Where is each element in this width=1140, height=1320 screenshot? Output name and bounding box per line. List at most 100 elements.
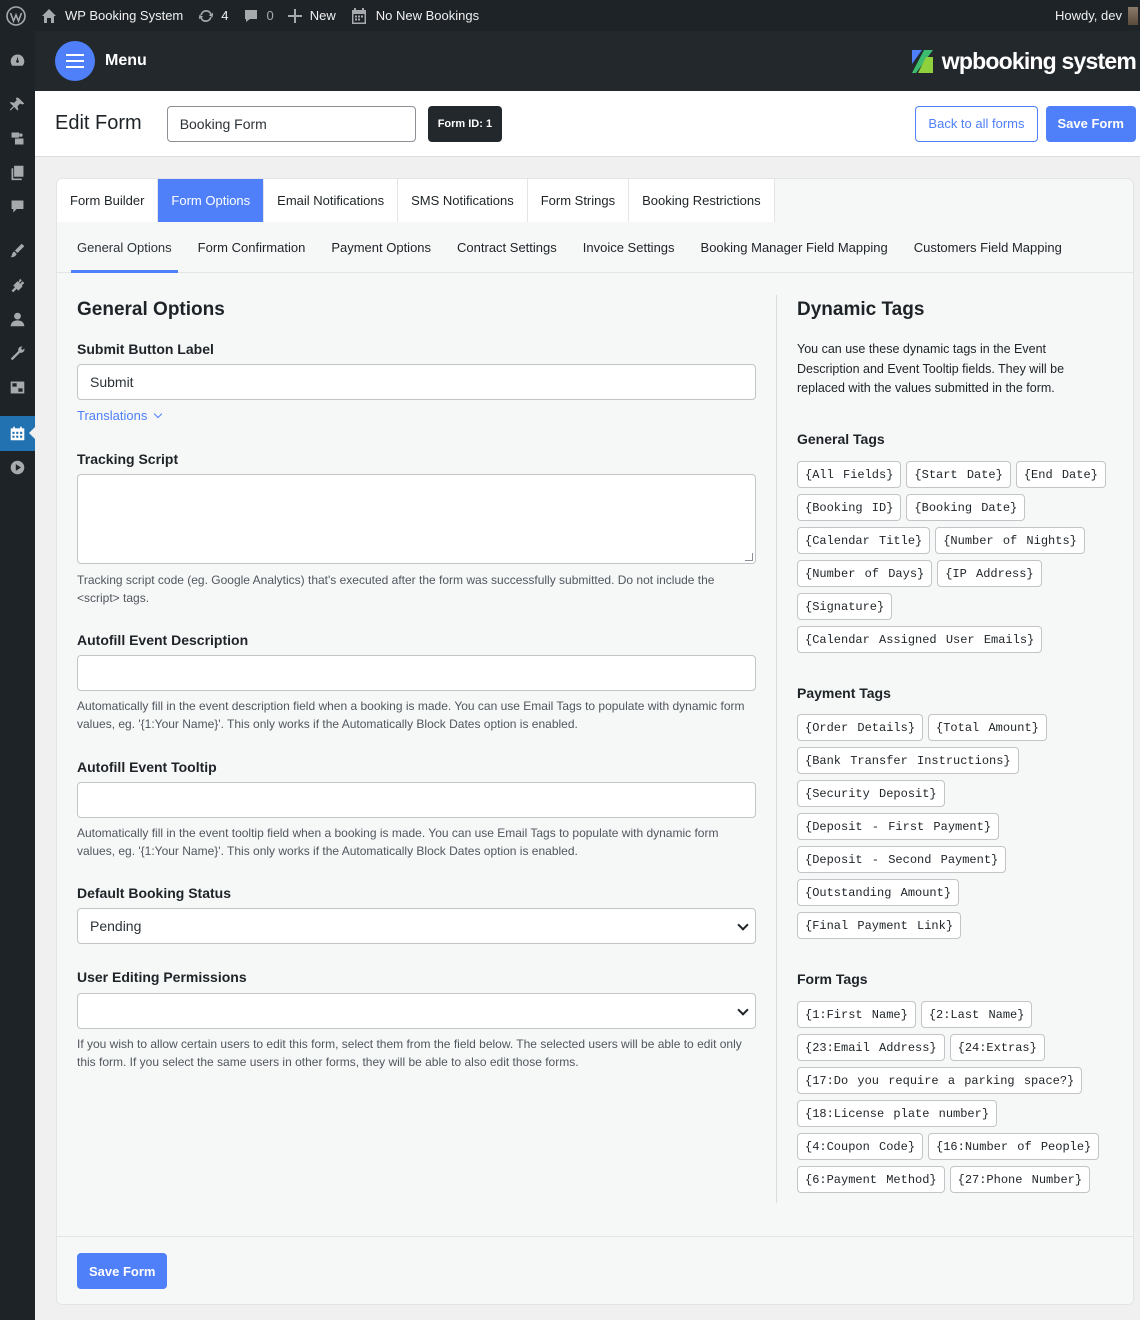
- tag[interactable]: {Booking ID}: [797, 494, 902, 521]
- default-booking-status-select[interactable]: Pending: [77, 908, 756, 944]
- settings-icon[interactable]: [8, 378, 26, 396]
- tag[interactable]: {6:Payment Method}: [797, 1166, 945, 1193]
- pages-icon[interactable]: [8, 163, 26, 181]
- tools-icon[interactable]: [8, 344, 26, 362]
- media-icon[interactable]: [8, 129, 26, 147]
- tab-form-options[interactable]: Form Options: [158, 179, 265, 222]
- submit-label-value: Submit: [90, 374, 134, 390]
- tag[interactable]: {Booking Date}: [906, 494, 1026, 521]
- tag[interactable]: {Order Details}: [797, 714, 924, 741]
- wordpress-logo-icon[interactable]: [0, 0, 34, 31]
- general-tags-title: General Tags: [797, 431, 885, 447]
- tag[interactable]: {23:Email Address}: [797, 1034, 945, 1061]
- subtab-payment-options[interactable]: Payment Options: [331, 222, 431, 273]
- autofill-tooltip-input[interactable]: [77, 782, 756, 818]
- tag[interactable]: {Bank Transfer Instructions}: [797, 747, 1019, 774]
- form-id-badge: Form ID: 1: [427, 105, 503, 142]
- default-booking-status-label: Default Booking Status: [77, 885, 232, 901]
- submit-label-label: Submit Button Label: [77, 341, 214, 357]
- tag[interactable]: {Final Payment Link}: [797, 912, 962, 939]
- back-to-all-forms-button[interactable]: Back to all forms: [915, 105, 1038, 142]
- autofill-description-input[interactable]: [77, 655, 756, 691]
- tag-row: {Number of Days} {IP Address}: [797, 560, 1042, 587]
- edit-form-header: Edit Form Booking Form Form ID: 1 Back t…: [35, 91, 1140, 157]
- tab-sms-notifications[interactable]: SMS Notifications: [398, 179, 528, 222]
- translations-toggle[interactable]: Translations: [77, 408, 163, 423]
- subtab-customers-field-mapping[interactable]: Customers Field Mapping: [914, 222, 1062, 273]
- tag[interactable]: {24:Extras}: [949, 1034, 1045, 1061]
- new-label: New: [309, 8, 336, 23]
- home-icon: [42, 8, 56, 23]
- hamburger-icon: [66, 54, 84, 68]
- updates-link[interactable]: 4: [190, 0, 235, 31]
- tag[interactable]: {16:Number of People}: [928, 1133, 1100, 1160]
- tag[interactable]: {4:Coupon Code}: [797, 1133, 924, 1160]
- subtab-form-confirmation[interactable]: Form Confirmation: [198, 222, 306, 273]
- tab-form-builder[interactable]: Form Builder: [57, 179, 159, 222]
- subtab-general-options[interactable]: General Options: [71, 222, 178, 273]
- tag[interactable]: {Start Date}: [906, 461, 1011, 488]
- tag-row: {1:First Name} {2:Last Name}: [797, 1001, 1033, 1028]
- tag[interactable]: {End Date}: [1015, 461, 1106, 488]
- updates-icon: [199, 9, 214, 22]
- new-content-link[interactable]: New: [281, 0, 343, 31]
- users-icon[interactable]: [8, 310, 26, 328]
- tag[interactable]: {Calendar Title}: [797, 527, 931, 554]
- tag[interactable]: {Signature}: [797, 593, 893, 620]
- plugins-icon[interactable]: [8, 276, 26, 294]
- tab-form-strings[interactable]: Form Strings: [527, 179, 630, 222]
- tag-row: {Signature}: [797, 593, 893, 620]
- tab-email-notifications[interactable]: Email Notifications: [264, 179, 399, 222]
- calendar-icon: [351, 7, 366, 24]
- my-account-link[interactable]: Howdy, dev: [1048, 0, 1138, 31]
- save-form-button-top[interactable]: Save Form: [1045, 105, 1136, 142]
- user-editing-permissions-select[interactable]: [77, 993, 756, 1029]
- main-tabs: Form Builder Form Options Email Notifica…: [57, 179, 775, 222]
- comments-link[interactable]: 0: [236, 0, 281, 31]
- dynamic-tags-title: Dynamic Tags: [797, 299, 925, 320]
- page-title: Edit Form: [55, 112, 142, 134]
- subtab-booking-manager-field-mapping[interactable]: Booking Manager Field Mapping: [701, 222, 888, 273]
- tag[interactable]: {Number of Nights}: [935, 527, 1085, 554]
- play-circle-icon[interactable]: [8, 458, 26, 476]
- site-name-link[interactable]: WP Booking System: [34, 0, 190, 31]
- menu-label: Menu: [105, 52, 147, 69]
- tag[interactable]: {17:Do you require a parking space?}: [797, 1067, 1083, 1094]
- payment-tags-title: Payment Tags: [797, 685, 891, 701]
- tag[interactable]: {Total Amount}: [928, 714, 1047, 741]
- tag[interactable]: {18:License plate number}: [797, 1100, 998, 1127]
- posts-pin-icon[interactable]: [8, 95, 26, 113]
- tag-row: {Calendar Title} {Number of Nights}: [797, 527, 1085, 554]
- autofill-tooltip-label: Autofill Event Tooltip: [77, 759, 217, 775]
- tag[interactable]: {1:First Name}: [797, 1001, 916, 1028]
- tag[interactable]: {2:Last Name}: [920, 1001, 1033, 1028]
- save-form-button-bottom[interactable]: Save Form: [77, 1253, 168, 1289]
- tag[interactable]: {Security Deposit}: [797, 780, 945, 807]
- comments-menu-icon[interactable]: [8, 197, 26, 215]
- updates-count: 4: [221, 8, 229, 23]
- bookings-link[interactable]: No New Bookings: [343, 0, 486, 31]
- tag[interactable]: {Calendar Assigned User Emails}: [797, 626, 1043, 653]
- tracking-script-textarea[interactable]: [77, 474, 756, 564]
- tag[interactable]: {IP Address}: [937, 560, 1042, 587]
- tag[interactable]: {All Fields}: [797, 461, 902, 488]
- subtab-contract-settings[interactable]: Contract Settings: [457, 222, 557, 273]
- menu-button[interactable]: [55, 41, 95, 81]
- submit-label-input[interactable]: Submit: [77, 364, 756, 400]
- tag[interactable]: {Number of Days}: [797, 560, 933, 587]
- tag[interactable]: {Deposit - Second Payment}: [797, 846, 1007, 873]
- dashboard-icon[interactable]: [8, 51, 26, 69]
- chevron-down-icon: [737, 919, 749, 931]
- autofill-description-label: Autofill Event Description: [77, 632, 249, 648]
- tab-booking-restrictions[interactable]: Booking Restrictions: [629, 179, 775, 222]
- form-name-input[interactable]: Booking Form: [166, 105, 416, 142]
- chevron-down-icon: [737, 1004, 749, 1016]
- appearance-icon[interactable]: [8, 241, 26, 259]
- tag[interactable]: {Outstanding Amount}: [797, 879, 960, 906]
- tag[interactable]: {Deposit - First Payment}: [797, 813, 1000, 840]
- subtab-invoice-settings[interactable]: Invoice Settings: [583, 222, 675, 273]
- tag-row: {Deposit - Second Payment}: [797, 846, 1007, 873]
- logo-text: wpbooking system: [941, 47, 1137, 74]
- autofill-description-help: Automatically fill in the event descript…: [77, 699, 745, 731]
- tag[interactable]: {27:Phone Number}: [949, 1166, 1091, 1193]
